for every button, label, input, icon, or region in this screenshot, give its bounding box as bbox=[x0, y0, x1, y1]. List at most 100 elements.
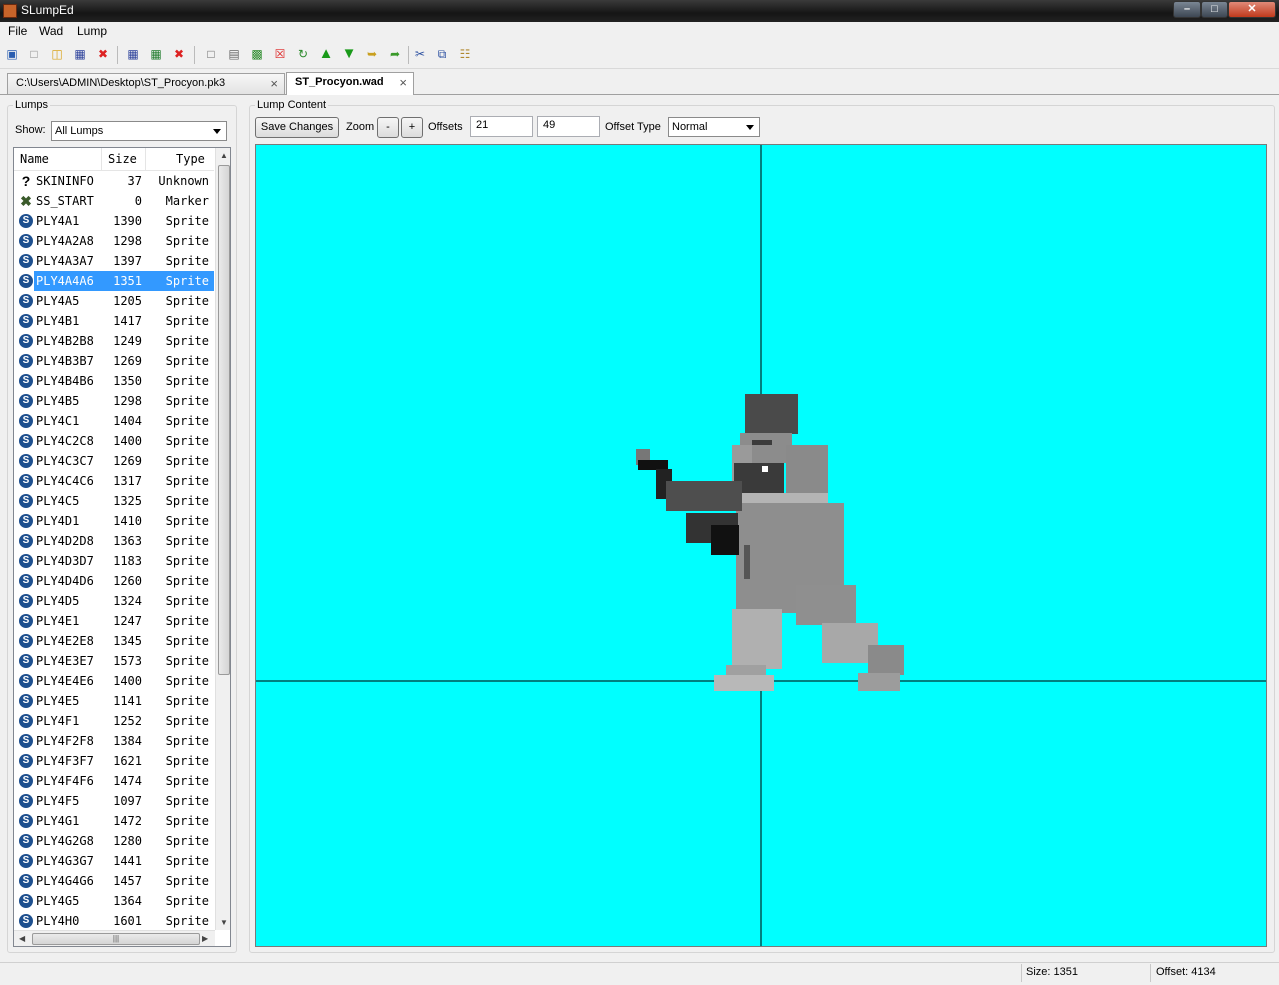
move-up-icon[interactable]: ▲ bbox=[318, 46, 334, 62]
close-window-button[interactable]: ✕ bbox=[1228, 1, 1276, 18]
lump-row[interactable]: S PLY4F1 1252 Sprite bbox=[14, 711, 214, 731]
scroll-right-icon[interactable]: ▶ bbox=[202, 934, 208, 943]
lump-row[interactable]: S PLY4C3C7 1269 Sprite bbox=[14, 451, 214, 471]
lump-row[interactable]: S PLY4C1 1404 Sprite bbox=[14, 411, 214, 431]
lump-row[interactable]: S PLY4G1 1472 Sprite bbox=[14, 811, 214, 831]
export-icon[interactable]: ➦ bbox=[387, 46, 403, 62]
save-as-icon[interactable]: ▦ bbox=[148, 46, 164, 62]
move-down-icon[interactable]: ▼ bbox=[341, 46, 357, 62]
scroll-left-icon[interactable]: ◀ bbox=[19, 934, 25, 943]
lump-list[interactable]: Name Size Type ? SKININFO 37 Unknown ✖ SS_STA… bbox=[13, 147, 231, 947]
lump-row[interactable]: S PLY4E1 1247 Sprite bbox=[14, 611, 214, 631]
scroll-up-icon[interactable]: ▲ bbox=[220, 151, 228, 160]
open-icon[interactable]: ◫ bbox=[49, 46, 65, 62]
lump-type: Sprite bbox=[165, 414, 209, 428]
lump-row[interactable]: S PLY4D2D8 1363 Sprite bbox=[14, 531, 214, 551]
lump-name: PLY4G5 bbox=[36, 894, 80, 908]
lump-row[interactable]: S PLY4B1 1417 Sprite bbox=[14, 311, 214, 331]
lump-row[interactable]: S PLY4E5 1141 Sprite bbox=[14, 691, 214, 711]
tab-close-icon[interactable]: × bbox=[270, 74, 278, 93]
lump-row[interactable]: S PLY4D1 1410 Sprite bbox=[14, 511, 214, 531]
new-wad-icon[interactable]: ▣ bbox=[4, 46, 20, 62]
save-all-icon[interactable]: ▦ bbox=[72, 46, 88, 62]
lump-row[interactable]: S PLY4B5 1298 Sprite bbox=[14, 391, 214, 411]
lump-name: PLY4D2D8 bbox=[36, 534, 94, 548]
lump-row[interactable]: S PLY4A2A8 1298 Sprite bbox=[14, 231, 214, 251]
close-all-icon[interactable]: ✖ bbox=[95, 46, 111, 62]
minimize-button[interactable]: – bbox=[1173, 1, 1201, 18]
lump-row[interactable]: S PLY4H0 1601 Sprite bbox=[14, 911, 214, 931]
cut-icon[interactable]: ✂ bbox=[412, 46, 428, 62]
offset-x-input[interactable]: 21 bbox=[470, 116, 533, 137]
lump-size: 1472 bbox=[113, 814, 142, 828]
scroll-down-icon[interactable]: ▼ bbox=[220, 918, 228, 927]
lump-row[interactable]: S PLY4A1 1390 Sprite bbox=[14, 211, 214, 231]
lump-size: 37 bbox=[127, 174, 142, 188]
horizontal-scrollbar[interactable]: ◀ ||| ▶ bbox=[14, 930, 215, 946]
offset-type-select[interactable]: Normal bbox=[668, 117, 760, 137]
lump-row[interactable]: S PLY4F5 1097 Sprite bbox=[14, 791, 214, 811]
lump-row[interactable]: ? SKININFO 37 Unknown bbox=[14, 171, 214, 191]
lump-row[interactable]: S PLY4B2B8 1249 Sprite bbox=[14, 331, 214, 351]
lump-name: PLY4B2B8 bbox=[36, 334, 94, 348]
lump-row[interactable]: S PLY4D4D6 1260 Sprite bbox=[14, 571, 214, 591]
lump-row[interactable]: S PLY4E3E7 1573 Sprite bbox=[14, 651, 214, 671]
import-lump-icon[interactable]: ▩ bbox=[249, 46, 265, 62]
import-icon[interactable]: ➥ bbox=[364, 46, 380, 62]
maximize-button[interactable]: □ bbox=[1201, 1, 1228, 18]
save-changes-button[interactable]: Save Changes bbox=[255, 117, 339, 138]
menu-file[interactable]: File bbox=[8, 24, 27, 38]
lump-row[interactable]: S PLY4C4C6 1317 Sprite bbox=[14, 471, 214, 491]
new-lump-icon[interactable]: □ bbox=[203, 46, 219, 62]
column-header-type[interactable]: Type bbox=[176, 152, 205, 166]
delete-lump-icon[interactable]: ☒ bbox=[272, 46, 288, 62]
lump-type: Sprite bbox=[165, 734, 209, 748]
lump-row[interactable]: S PLY4D5 1324 Sprite bbox=[14, 591, 214, 611]
menu-lump[interactable]: Lump bbox=[77, 24, 107, 38]
lump-row[interactable]: S PLY4G4G6 1457 Sprite bbox=[14, 871, 214, 891]
column-header-size[interactable]: Size bbox=[108, 152, 137, 166]
lump-row[interactable]: S PLY4A5 1205 Sprite bbox=[14, 291, 214, 311]
lump-row[interactable]: S PLY4E4E6 1400 Sprite bbox=[14, 671, 214, 691]
offset-y-input[interactable]: 49 bbox=[537, 116, 600, 137]
lump-row[interactable]: S PLY4F2F8 1384 Sprite bbox=[14, 731, 214, 751]
vertical-scrollbar[interactable]: ▲ ▼ bbox=[215, 148, 230, 930]
lump-row[interactable]: S PLY4F3F7 1621 Sprite bbox=[14, 751, 214, 771]
marker-icon: ✖ bbox=[20, 193, 32, 209]
copy-icon[interactable]: ⧉ bbox=[434, 46, 450, 62]
vertical-scroll-thumb[interactable] bbox=[218, 165, 230, 675]
lump-row[interactable]: S PLY4C5 1325 Sprite bbox=[14, 491, 214, 511]
app-icon bbox=[3, 4, 17, 18]
new-file-icon[interactable]: □ bbox=[26, 46, 42, 62]
save-icon[interactable]: ▦ bbox=[125, 46, 141, 62]
tab-close-icon[interactable]: × bbox=[399, 73, 407, 92]
lump-row[interactable]: S PLY4E2E8 1345 Sprite bbox=[14, 631, 214, 651]
lump-type: Sprite bbox=[165, 774, 209, 788]
lump-row[interactable]: S PLY4G3G7 1441 Sprite bbox=[14, 851, 214, 871]
horizontal-scroll-thumb[interactable]: ||| bbox=[32, 933, 200, 945]
lump-row[interactable]: S PLY4A3A7 1397 Sprite bbox=[14, 251, 214, 271]
lump-filter-select[interactable]: All Lumps bbox=[51, 121, 227, 141]
sprite-icon: S bbox=[19, 534, 33, 548]
lump-row[interactable]: S PLY4G5 1364 Sprite bbox=[14, 891, 214, 911]
lump-row[interactable]: S PLY4G2G8 1280 Sprite bbox=[14, 831, 214, 851]
lump-row[interactable]: S PLY4F4F6 1474 Sprite bbox=[14, 771, 214, 791]
zoom-in-button[interactable]: + bbox=[401, 117, 423, 138]
lump-filter-value: All Lumps bbox=[55, 125, 104, 137]
new-lump-file-icon[interactable]: ▤ bbox=[226, 46, 242, 62]
lump-row[interactable]: S PLY4B3B7 1269 Sprite bbox=[14, 351, 214, 371]
sprite-canvas[interactable] bbox=[255, 144, 1267, 947]
lump-row[interactable]: S PLY4B4B6 1350 Sprite bbox=[14, 371, 214, 391]
lump-row[interactable]: ✖ SS_START 0 Marker bbox=[14, 191, 214, 211]
paste-icon[interactable]: ☷ bbox=[457, 46, 473, 62]
lump-row[interactable]: S PLY4C2C8 1400 Sprite bbox=[14, 431, 214, 451]
rename-lump-icon[interactable]: ↻ bbox=[295, 46, 311, 62]
tab-pk3[interactable]: C:\Users\ADMIN\Desktop\ST_Procyon.pk3 × bbox=[7, 73, 285, 94]
column-header-name[interactable]: Name bbox=[20, 152, 49, 166]
menu-wad[interactable]: Wad bbox=[39, 24, 63, 38]
close-icon[interactable]: ✖ bbox=[171, 46, 187, 62]
zoom-out-button[interactable]: - bbox=[377, 117, 399, 138]
lump-row[interactable]: S PLY4D3D7 1183 Sprite bbox=[14, 551, 214, 571]
tab-wad[interactable]: ST_Procyon.wad × bbox=[286, 72, 414, 95]
lump-row[interactable]: S PLY4A4A6 1351 Sprite bbox=[14, 271, 214, 291]
